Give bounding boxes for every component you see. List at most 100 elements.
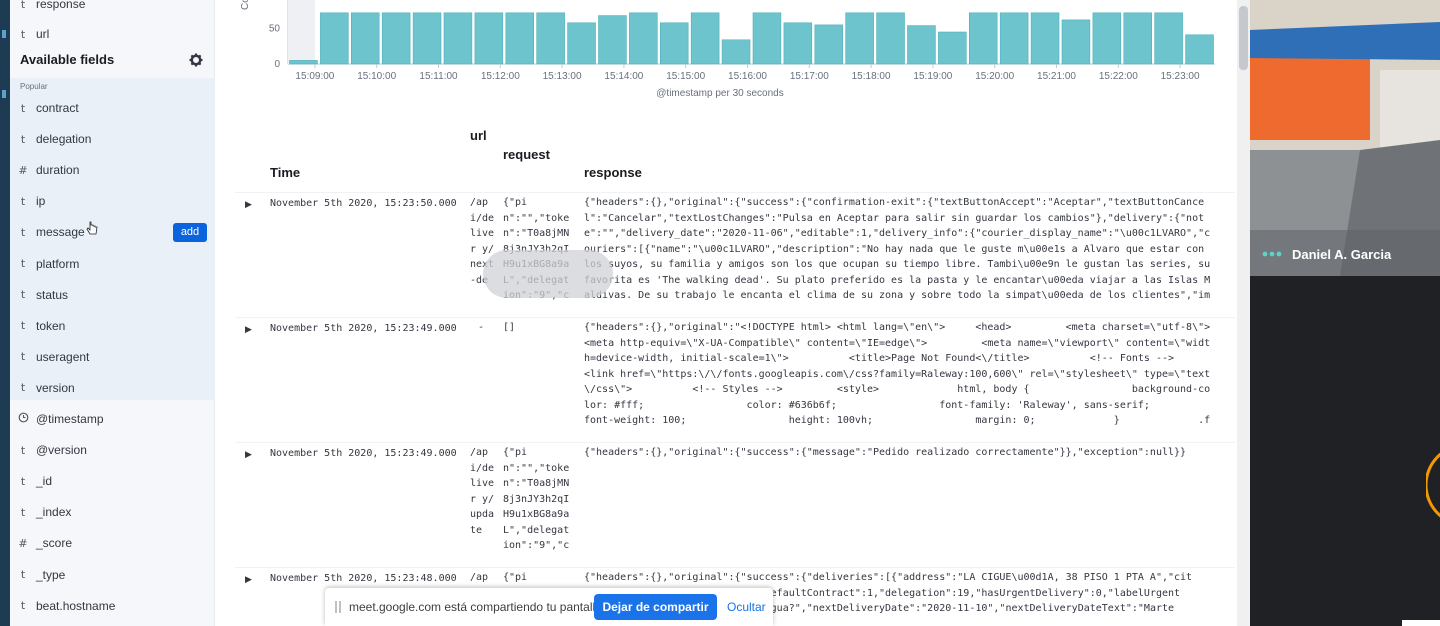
column-header-time[interactable]: Time (270, 165, 300, 180)
histogram-bar[interactable] (629, 12, 658, 65)
histogram-bar[interactable] (381, 12, 411, 65)
stop-sharing-button[interactable]: Dejar de compartir (594, 594, 717, 620)
histogram-bar[interactable] (505, 12, 534, 65)
selected-field-response[interactable]: t response (10, 0, 215, 19)
expand-row-icon[interactable]: ▶ (245, 324, 252, 335)
string-type-icon: t (20, 505, 26, 519)
histogram-bar[interactable] (690, 12, 720, 65)
row-request: [] (503, 322, 516, 333)
drag-handle-icon[interactable] (335, 601, 341, 613)
y-tick-label: 50 (269, 23, 281, 34)
x-tick-label: 15:14:00 (604, 71, 643, 82)
y-tick-label: 0 (274, 59, 280, 70)
histogram-bar[interactable] (999, 12, 1029, 65)
gear-icon[interactable] (188, 52, 204, 68)
field-item-duration[interactable]: # duration (10, 155, 215, 185)
field-name: _type (36, 567, 66, 582)
histogram-bar[interactable] (443, 12, 473, 65)
field-item-delegation[interactable]: t delegation (10, 124, 215, 154)
histogram-bar[interactable] (536, 12, 565, 65)
field-item-timestamp[interactable]: @timestamp (10, 404, 215, 434)
column-header-response[interactable]: response (584, 165, 642, 180)
x-tick-label: 15:12:00 (481, 71, 520, 82)
field-item-status[interactable]: t status (10, 280, 215, 310)
histogram-bar[interactable] (938, 31, 967, 65)
main-scrollbar[interactable] (1237, 0, 1250, 626)
field-item-version[interactable]: t version (10, 373, 215, 403)
histogram-bar[interactable] (289, 60, 318, 65)
x-tick-label: 15:11:00 (419, 71, 458, 82)
histogram-bar[interactable] (567, 22, 596, 65)
histogram-bar[interactable] (412, 12, 442, 65)
field-item-token[interactable]: t token (10, 311, 215, 341)
histogram-bar[interactable] (1030, 12, 1060, 65)
x-tick-label: 15:15:00 (666, 71, 705, 82)
histogram-bar[interactable] (351, 12, 380, 65)
histogram-bar[interactable] (845, 12, 874, 65)
expand-row-icon[interactable]: ▶ (245, 574, 252, 585)
histogram-bar[interactable] (1092, 12, 1122, 65)
string-type-icon: t (20, 101, 26, 115)
table-row: ▶ November 5th 2020, 15:23:50.000 /api/d… (235, 192, 1235, 308)
histogram-bar[interactable] (783, 22, 813, 65)
self-view-edge (1426, 452, 1440, 518)
nav-marker (2, 90, 6, 98)
column-header-url[interactable]: url (470, 128, 487, 143)
field-item-version[interactable]: t @version (10, 435, 215, 465)
histogram-bar[interactable] (659, 22, 689, 65)
partial-bucket-shade (288, 0, 315, 64)
field-item-message[interactable]: t message add (10, 217, 215, 247)
add-field-button[interactable]: add (173, 223, 207, 243)
field-name: ip (36, 194, 46, 209)
histogram-bar[interactable] (474, 12, 504, 65)
app-nav-strip (0, 0, 10, 626)
string-type-icon: t (20, 474, 26, 488)
field-item-platform[interactable]: t platform (10, 249, 215, 279)
string-type-icon: t (20, 599, 26, 613)
histogram-bar[interactable] (968, 12, 998, 65)
histogram-bar[interactable] (1185, 34, 1214, 65)
scrollbar-thumb[interactable] (1239, 6, 1248, 70)
row-response: {"headers":{},"original":{"success":{"co… (584, 197, 1211, 301)
field-name: version (36, 380, 75, 395)
histogram-bar[interactable] (721, 39, 751, 65)
nav-marker (2, 30, 6, 38)
field-item-id[interactable]: t _id (10, 466, 215, 496)
field-item-index[interactable]: t _index (10, 497, 215, 527)
histogram-bar[interactable] (1154, 12, 1183, 65)
x-tick-label: 15:13:00 (543, 71, 582, 82)
string-type-icon: t (20, 132, 26, 146)
popular-label: Popular (20, 82, 48, 91)
field-item-score[interactable]: # _score (10, 528, 215, 558)
field-sidebar: t response t url Available fields Popula… (10, 0, 215, 626)
hand-cursor-icon (86, 221, 98, 235)
expand-row-icon[interactable]: ▶ (245, 199, 252, 210)
string-type-icon: t (20, 319, 26, 333)
histogram-bar[interactable] (1123, 12, 1152, 65)
participant-video-tile[interactable]: Daniel A. Garcia (1250, 0, 1440, 276)
histogram-bar[interactable] (814, 24, 843, 65)
field-item-beat-hostname[interactable]: t beat.hostname (10, 591, 215, 621)
histogram-bar[interactable] (320, 12, 349, 65)
selected-field-url[interactable]: t url (10, 19, 215, 49)
histogram-bar[interactable] (598, 15, 627, 65)
number-type-icon: # (18, 536, 28, 550)
hide-button[interactable]: Ocultar (727, 600, 766, 614)
histogram-bar[interactable] (1061, 19, 1091, 65)
field-name: @version (36, 443, 87, 458)
x-tick-label: 15:20:00 (975, 71, 1014, 82)
expand-row-icon[interactable]: ▶ (245, 449, 252, 460)
field-item-ip[interactable]: t ip (10, 186, 215, 216)
available-fields-title: Available fields (20, 52, 115, 67)
histogram-bar[interactable] (876, 12, 905, 65)
histogram-bar[interactable] (907, 25, 936, 65)
column-header-request[interactable]: request (503, 147, 550, 162)
table-row: ▶ November 5th 2020, 15:23:49.000 /api/d… (235, 442, 1235, 562)
field-item-type[interactable]: t _type (10, 560, 215, 590)
row-time: November 5th 2020, 15:23:49.000 (270, 323, 457, 334)
field-item-contract[interactable]: t contract (10, 93, 215, 123)
number-type-icon: # (18, 163, 28, 177)
field-name: _score (36, 536, 73, 551)
field-item-useragent[interactable]: t useragent (10, 342, 215, 372)
histogram-bar[interactable] (752, 12, 782, 65)
